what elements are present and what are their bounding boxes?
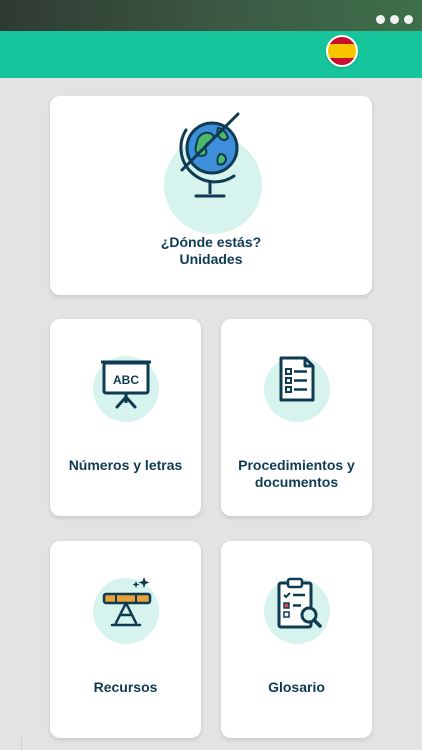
card-label: Recursos — [93, 679, 158, 695]
dot — [376, 15, 385, 24]
more-options-icon[interactable] — [376, 15, 413, 24]
card-procedimientos[interactable]: Procedimientos y documentos — [221, 319, 372, 516]
card-label: Glosario — [268, 679, 325, 695]
dot — [390, 15, 399, 24]
abc-board-icon: ABC — [101, 360, 151, 409]
dot — [404, 15, 413, 24]
svg-text:ABC: ABC — [113, 373, 139, 387]
status-bar — [0, 0, 422, 31]
telescope-icon — [102, 577, 152, 627]
document-list-icon — [279, 356, 315, 402]
card-recursos[interactable]: Recursos — [50, 541, 201, 738]
clipboard-search-icon — [277, 577, 322, 629]
card-label: ¿Dónde estás? Unidades — [160, 234, 262, 267]
globe-icon — [179, 112, 240, 198]
card-numeros-letras[interactable]: ABC Números y letras — [50, 319, 201, 516]
app-bar — [0, 31, 422, 78]
card-label: Procedimientos y documentos — [238, 457, 355, 490]
divider — [21, 737, 22, 750]
card-donde-estas[interactable]: ¿Dónde estás? Unidades — [50, 96, 372, 295]
spain-flag-icon[interactable] — [326, 35, 358, 67]
card-glosario[interactable]: Glosario — [221, 541, 372, 738]
card-label: Números y letras — [68, 457, 183, 473]
